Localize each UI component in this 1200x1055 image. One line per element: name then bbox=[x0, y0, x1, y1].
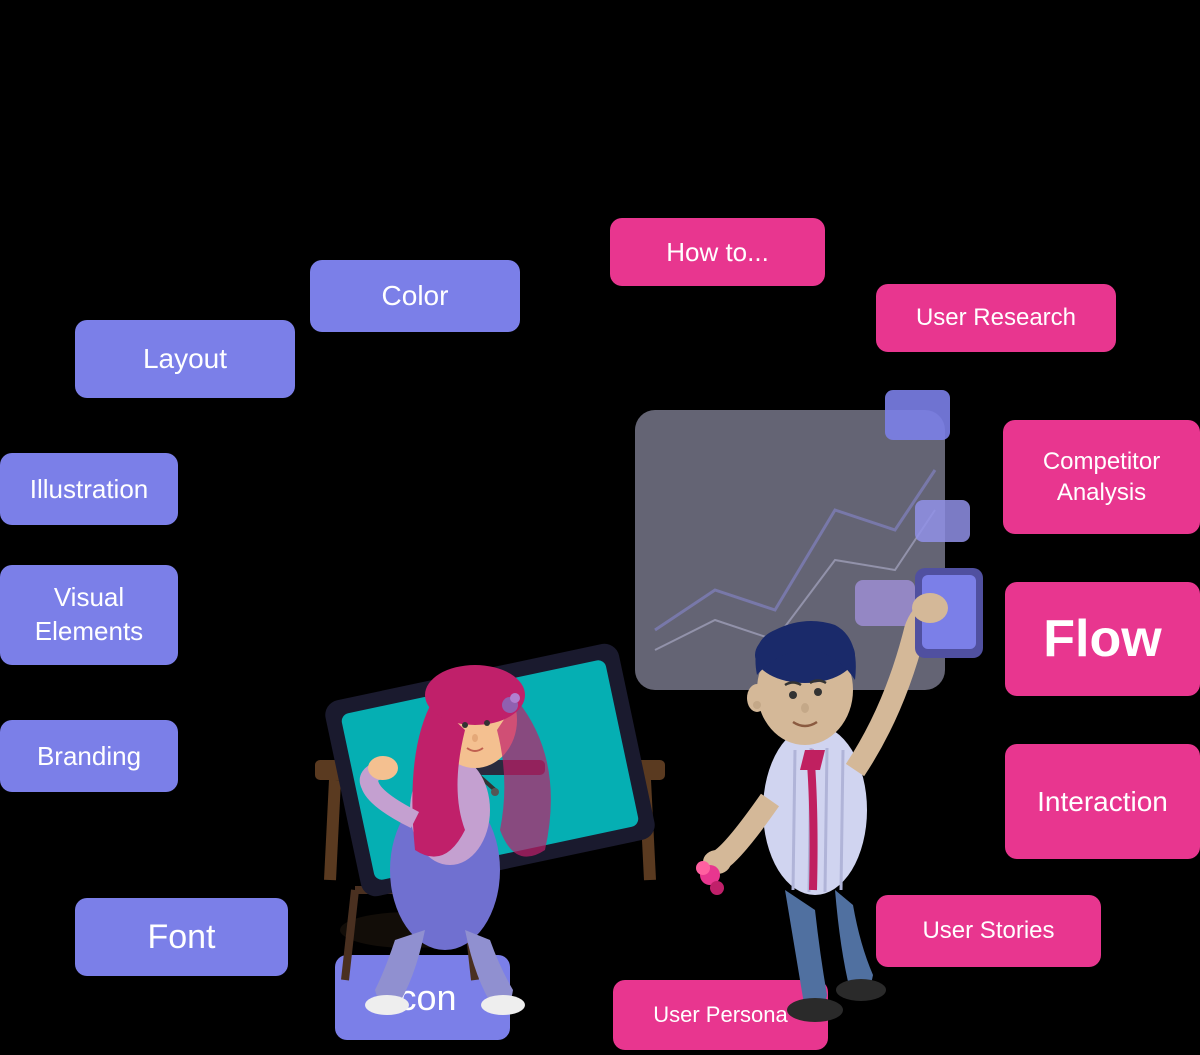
howto-tag[interactable]: How to... bbox=[610, 218, 825, 286]
illustration-tag[interactable]: Illustration bbox=[0, 453, 178, 525]
visual-elements-label: VisualElements bbox=[35, 581, 143, 649]
illustration-label: Illustration bbox=[30, 474, 149, 505]
color-tag[interactable]: Color bbox=[310, 260, 520, 332]
flow-tag[interactable]: Flow bbox=[1005, 582, 1200, 696]
flow-label: Flow bbox=[1043, 609, 1161, 669]
competitor-analysis-tag[interactable]: CompetitorAnalysis bbox=[1003, 420, 1200, 534]
visual-elements-tag[interactable]: VisualElements bbox=[0, 565, 178, 665]
color-label: Color bbox=[382, 280, 449, 312]
interaction-tag[interactable]: Interaction bbox=[1005, 744, 1200, 859]
central-illustration bbox=[155, 330, 1015, 1030]
branding-label: Branding bbox=[37, 741, 141, 772]
competitor-analysis-label: CompetitorAnalysis bbox=[1043, 446, 1160, 508]
branding-tag[interactable]: Branding bbox=[0, 720, 178, 792]
howto-label: How to... bbox=[666, 237, 769, 268]
interaction-label: Interaction bbox=[1037, 786, 1168, 818]
user-research-label: User Research bbox=[916, 304, 1076, 332]
